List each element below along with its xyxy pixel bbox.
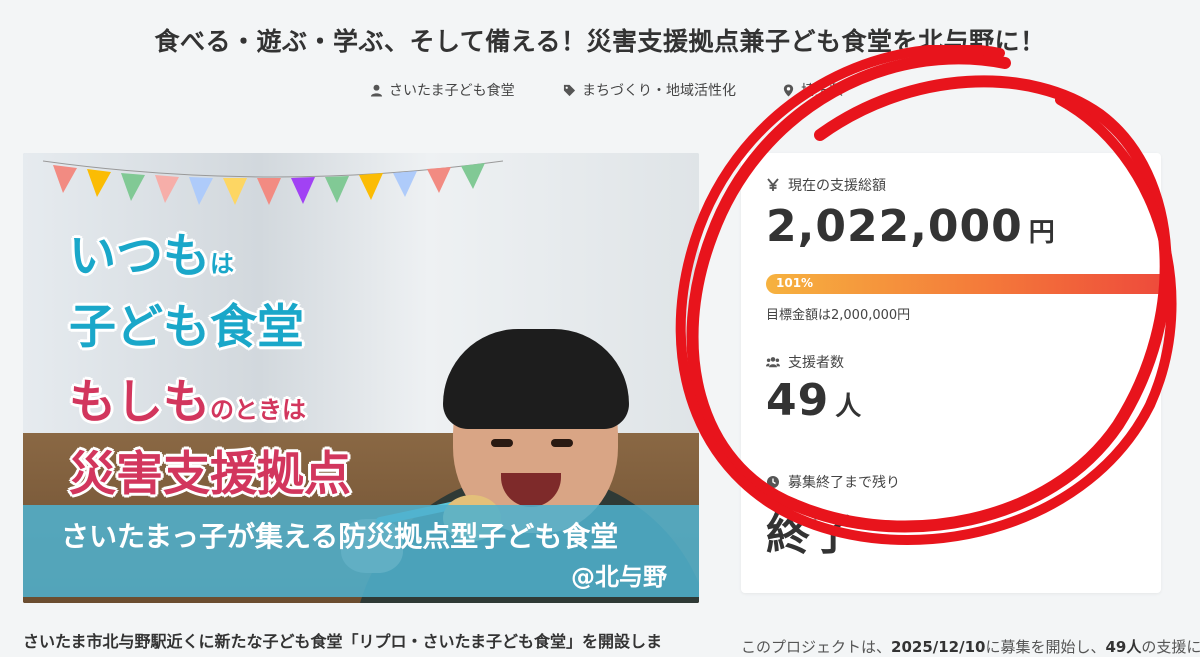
clock-icon <box>767 476 779 488</box>
author-name: さいたま子ども食堂 <box>389 83 515 99</box>
category-name: まちづくり・地域活性化 <box>582 83 736 99</box>
remaining-label-text: 募集終了まで残り <box>788 475 900 491</box>
supporters-count-unit: 人 <box>835 392 863 422</box>
page-title: 食べる・遊ぶ・学ぶ、そして備える！災害支援拠点兼子ども食堂を北与野に！ <box>154 27 1046 56</box>
bunting-decoration <box>43 160 503 205</box>
child-eye <box>551 439 573 447</box>
funding-status-card: 現在の支援総額 2,022,000 円 101% 目標金額は2,000,000円 … <box>741 153 1161 593</box>
supporters-label: 支援者数 <box>766 352 844 372</box>
progress-percent: 101% <box>776 276 814 290</box>
map-pin-icon <box>783 83 794 97</box>
project-intro-text: さいたま市北与野駅近くに新たな子ども食堂「リプロ・さいたま子ども食堂」を開設しま <box>23 632 663 651</box>
total-label-text: 現在の支援総額 <box>788 178 886 194</box>
location-link[interactable]: 埼玉県 <box>782 80 843 100</box>
goal-amount: 目標金額は2,000,000円 <box>766 308 911 323</box>
total-label: 現在の支援総額 <box>766 175 886 195</box>
tag-icon <box>563 84 576 96</box>
users-icon <box>766 357 780 368</box>
total-amount: 2,022,000 円 <box>766 201 1056 252</box>
hero-caption-location: @北与野 <box>571 563 667 591</box>
category-link[interactable]: まちづくり・地域活性化 <box>563 80 736 100</box>
author-link[interactable]: さいたま子ども食堂 <box>370 80 515 100</box>
project-meta: さいたま子ども食堂 まちづくり・地域活性化 埼玉県 <box>0 80 1200 102</box>
supporters-count-value: 49 <box>766 375 830 426</box>
progress-bar: 101% <box>766 274 1161 294</box>
child-eye <box>491 439 513 447</box>
user-icon <box>370 84 383 97</box>
project-hero-image: いつもは 子ども食堂 もしものときは 災害支援拠点 さいたまっ子が集える防災拠点… <box>23 153 699 603</box>
hero-text-line4: 災害支援拠点 <box>69 447 351 502</box>
total-amount-value: 2,022,000 <box>766 201 1023 252</box>
remaining-value: 終了 <box>766 509 856 560</box>
remaining-label: 募集終了まで残り <box>766 472 900 492</box>
supporters-count: 49 人 <box>766 375 862 426</box>
yen-icon <box>767 178 779 191</box>
project-summary-text: このプロジェクトは、2025/12/10に募集を開始し、49人の支援によ <box>741 638 1200 656</box>
location-name: 埼玉県 <box>801 83 843 99</box>
supporters-label-text: 支援者数 <box>788 355 844 371</box>
total-amount-unit: 円 <box>1028 218 1056 248</box>
hero-caption-main: さいたまっ子が集える防災拠点型子ども食堂 <box>61 520 619 553</box>
hero-text-line3: もしものときは <box>69 375 306 430</box>
hero-text-line2: 子ども食堂 <box>69 300 304 355</box>
hero-text-line1: いつもは <box>69 229 234 284</box>
